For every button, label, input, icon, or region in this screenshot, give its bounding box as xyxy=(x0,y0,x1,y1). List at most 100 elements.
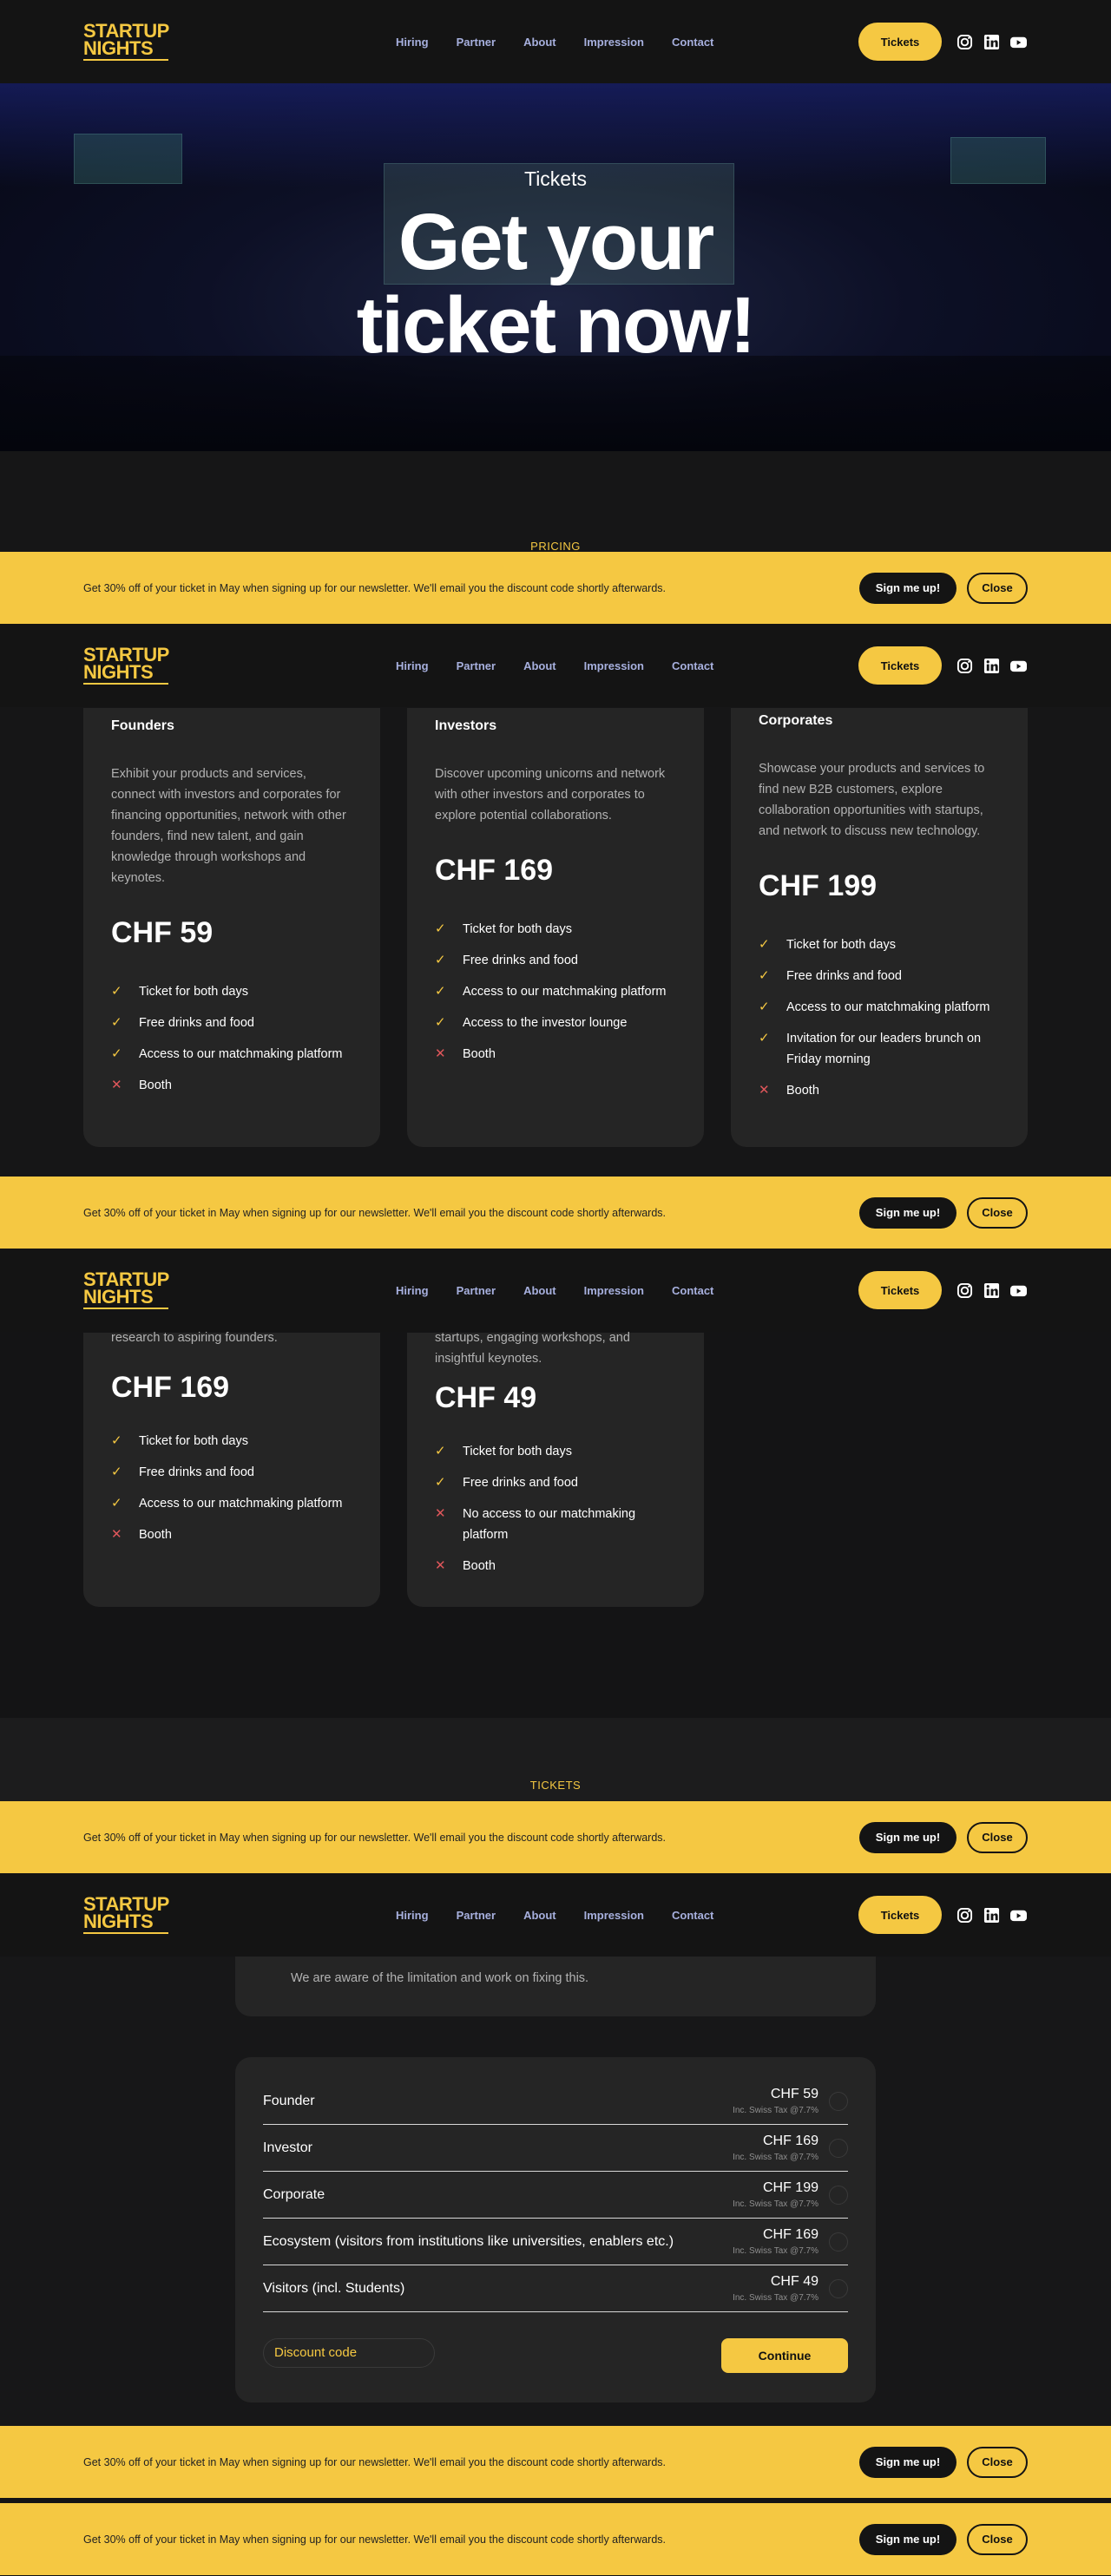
nav-link-hiring[interactable]: Hiring xyxy=(396,36,429,49)
sign-up-button[interactable]: Sign me up! xyxy=(859,572,957,604)
nav-link-hiring[interactable]: Hiring xyxy=(396,1284,429,1297)
nav-link-partner[interactable]: Partner xyxy=(457,659,496,672)
linkedin-icon[interactable] xyxy=(983,33,1001,51)
feature-item: ✓ Ticket for both days xyxy=(435,919,676,940)
startup-nights-logo[interactable]: STARTUP NIGHTS xyxy=(83,1894,169,1935)
feature-item: ✓ Access to our matchmaking platform xyxy=(111,1493,352,1514)
linkedin-icon[interactable] xyxy=(983,1906,1001,1924)
feature-text: Free drinks and food xyxy=(463,954,578,967)
nav-link-partner[interactable]: Partner xyxy=(457,1284,496,1297)
newsletter-banner: Get 30% off of your ticket in May when s… xyxy=(0,2503,1111,2575)
feature-text: Ticket for both days xyxy=(786,938,896,952)
feature-text: Booth xyxy=(786,1084,819,1098)
instagram-icon[interactable] xyxy=(956,1281,974,1300)
site-header: STARTUP NIGHTS Hiring Partner About Impress… xyxy=(0,624,1111,707)
nav-link-about[interactable]: About xyxy=(523,1909,556,1922)
discount-code-input[interactable]: Discount code xyxy=(263,2338,435,2368)
banner-text: Get 30% off of your ticket in May when s… xyxy=(83,2533,667,2546)
sign-up-button[interactable]: Sign me up! xyxy=(859,1821,957,1853)
feature-item: ✕ Booth xyxy=(759,1080,1000,1101)
startup-nights-logo[interactable]: STARTUP NIGHTS xyxy=(83,1269,169,1310)
feature-item: ✓ Access to our matchmaking platform xyxy=(111,1044,352,1065)
startup-nights-logo[interactable]: STARTUP NIGHTS xyxy=(83,21,169,62)
tickets-button[interactable]: Tickets xyxy=(858,23,942,61)
feature-item: ✓ Access to the investor lounge xyxy=(435,1013,676,1033)
sign-up-button[interactable]: Sign me up! xyxy=(859,2446,957,2478)
check-icon: ✓ xyxy=(435,953,446,967)
youtube-icon[interactable] xyxy=(1009,657,1028,675)
nav-link-hiring[interactable]: Hiring xyxy=(396,1909,429,1922)
check-icon: ✓ xyxy=(111,1046,122,1061)
nav-link-hiring[interactable]: Hiring xyxy=(396,659,429,672)
linkedin-icon[interactable] xyxy=(983,1281,1001,1300)
instagram-icon[interactable] xyxy=(956,1906,974,1924)
ticket-option[interactable]: Investor CHF 169 Inc. Swiss Tax @7.7% xyxy=(235,2125,876,2172)
ticket-option[interactable]: Visitors (incl. Students) CHF 49 Inc. Swis… xyxy=(235,2265,876,2312)
card-price: CHF 169 xyxy=(111,1371,230,1404)
tickets-eyebrow: TICKETS xyxy=(529,1779,582,1792)
nav-link-partner[interactable]: Partner xyxy=(457,1909,496,1922)
nav-link-contact[interactable]: Contact xyxy=(672,1909,713,1922)
ticket-radio[interactable] xyxy=(829,2138,848,2158)
nav-link-contact[interactable]: Contact xyxy=(672,1284,713,1297)
youtube-icon[interactable] xyxy=(1009,33,1028,51)
ticket-option[interactable]: Founder CHF 59 Inc. Swiss Tax @7.7% xyxy=(235,2078,876,2125)
newsletter-banner: Get 30% off of your ticket in May when s… xyxy=(0,1801,1111,1873)
feature-text: Access to our matchmaking platform xyxy=(786,1000,990,1014)
feature-item: ✕ Booth xyxy=(435,1556,676,1576)
cross-icon: ✕ xyxy=(111,1527,122,1542)
ticket-price: CHF 169 xyxy=(762,2134,818,2148)
card-title: Investors xyxy=(435,718,497,733)
feature-item: ✓ Access to our matchmaking platform xyxy=(759,997,1000,1018)
close-banner-button[interactable]: Close xyxy=(967,1821,1028,1853)
close-banner-button[interactable]: Close xyxy=(967,2446,1028,2478)
tickets-button[interactable]: Tickets xyxy=(858,1271,942,1309)
nav-link-about[interactable]: About xyxy=(523,659,556,672)
ticket-price: CHF 199 xyxy=(762,2180,818,2195)
close-banner-button[interactable]: Close xyxy=(967,1196,1028,1229)
continue-button[interactable]: Continue xyxy=(721,2338,848,2373)
instagram-icon[interactable] xyxy=(956,657,974,675)
nav-link-partner[interactable]: Partner xyxy=(457,36,496,49)
feature-item: ✕ Booth xyxy=(111,1075,352,1096)
hero-title: Get your ticket now! xyxy=(356,198,756,370)
nav-link-impression[interactable]: Impression xyxy=(584,659,644,672)
nav-link-about[interactable]: About xyxy=(523,36,556,49)
ticket-option[interactable]: Corporate CHF 199 Inc. Swiss Tax @7.7% xyxy=(235,2172,876,2219)
youtube-icon[interactable] xyxy=(1009,1906,1028,1924)
newsletter-banner: Get 30% off of your ticket in May when s… xyxy=(0,1177,1111,1249)
tickets-button[interactable]: Tickets xyxy=(858,646,942,685)
tickets-button[interactable]: Tickets xyxy=(858,1896,942,1934)
pricing-card: Founders Exhibit your products and servic… xyxy=(83,708,380,1147)
check-icon: ✓ xyxy=(111,1015,122,1030)
sign-up-button[interactable]: Sign me up! xyxy=(859,2523,957,2555)
nav-link-impression[interactable]: Impression xyxy=(584,1284,644,1297)
ticket-radio[interactable] xyxy=(829,2091,848,2111)
cross-icon: ✕ xyxy=(759,1083,770,1098)
sign-up-button[interactable]: Sign me up! xyxy=(859,1196,957,1229)
ticket-option[interactable]: Ecosystem (visitors from institutions li… xyxy=(235,2219,876,2265)
linkedin-icon[interactable] xyxy=(983,657,1001,675)
feature-text: Free drinks and food xyxy=(139,1016,254,1030)
ticket-radio[interactable] xyxy=(829,2185,848,2205)
youtube-icon[interactable] xyxy=(1009,1281,1028,1300)
close-banner-button[interactable]: Close xyxy=(967,2523,1028,2555)
startup-nights-logo[interactable]: STARTUP NIGHTS xyxy=(83,645,169,685)
limitation-notice: We are aware of the limitation and work … xyxy=(291,1971,589,1985)
cross-icon: ✕ xyxy=(435,1558,446,1573)
nav-link-impression[interactable]: Impression xyxy=(584,1909,644,1922)
card-description: Showcase your products and services to f… xyxy=(759,762,985,838)
nav-link-contact[interactable]: Contact xyxy=(672,659,713,672)
nav-link-impression[interactable]: Impression xyxy=(584,36,644,49)
instagram-icon[interactable] xyxy=(956,33,974,51)
feature-text: Ticket for both days xyxy=(463,1445,572,1458)
site-header: STARTUP NIGHTS Hiring Partner About Impress… xyxy=(0,1249,1111,1332)
ticket-radio[interactable] xyxy=(829,2232,848,2252)
nav-link-about[interactable]: About xyxy=(523,1284,556,1297)
nav-link-contact[interactable]: Contact xyxy=(672,36,713,49)
close-banner-button[interactable]: Close xyxy=(967,572,1028,604)
pricing-card: Corporates Showcase your products and ser… xyxy=(731,708,1028,1147)
ticket-radio[interactable] xyxy=(829,2278,848,2298)
pricing-card: research to aspiring founders. CHF 169 ✓ Ti… xyxy=(83,1331,380,1607)
feature-item: ✓ Free drinks and food xyxy=(111,1013,352,1033)
